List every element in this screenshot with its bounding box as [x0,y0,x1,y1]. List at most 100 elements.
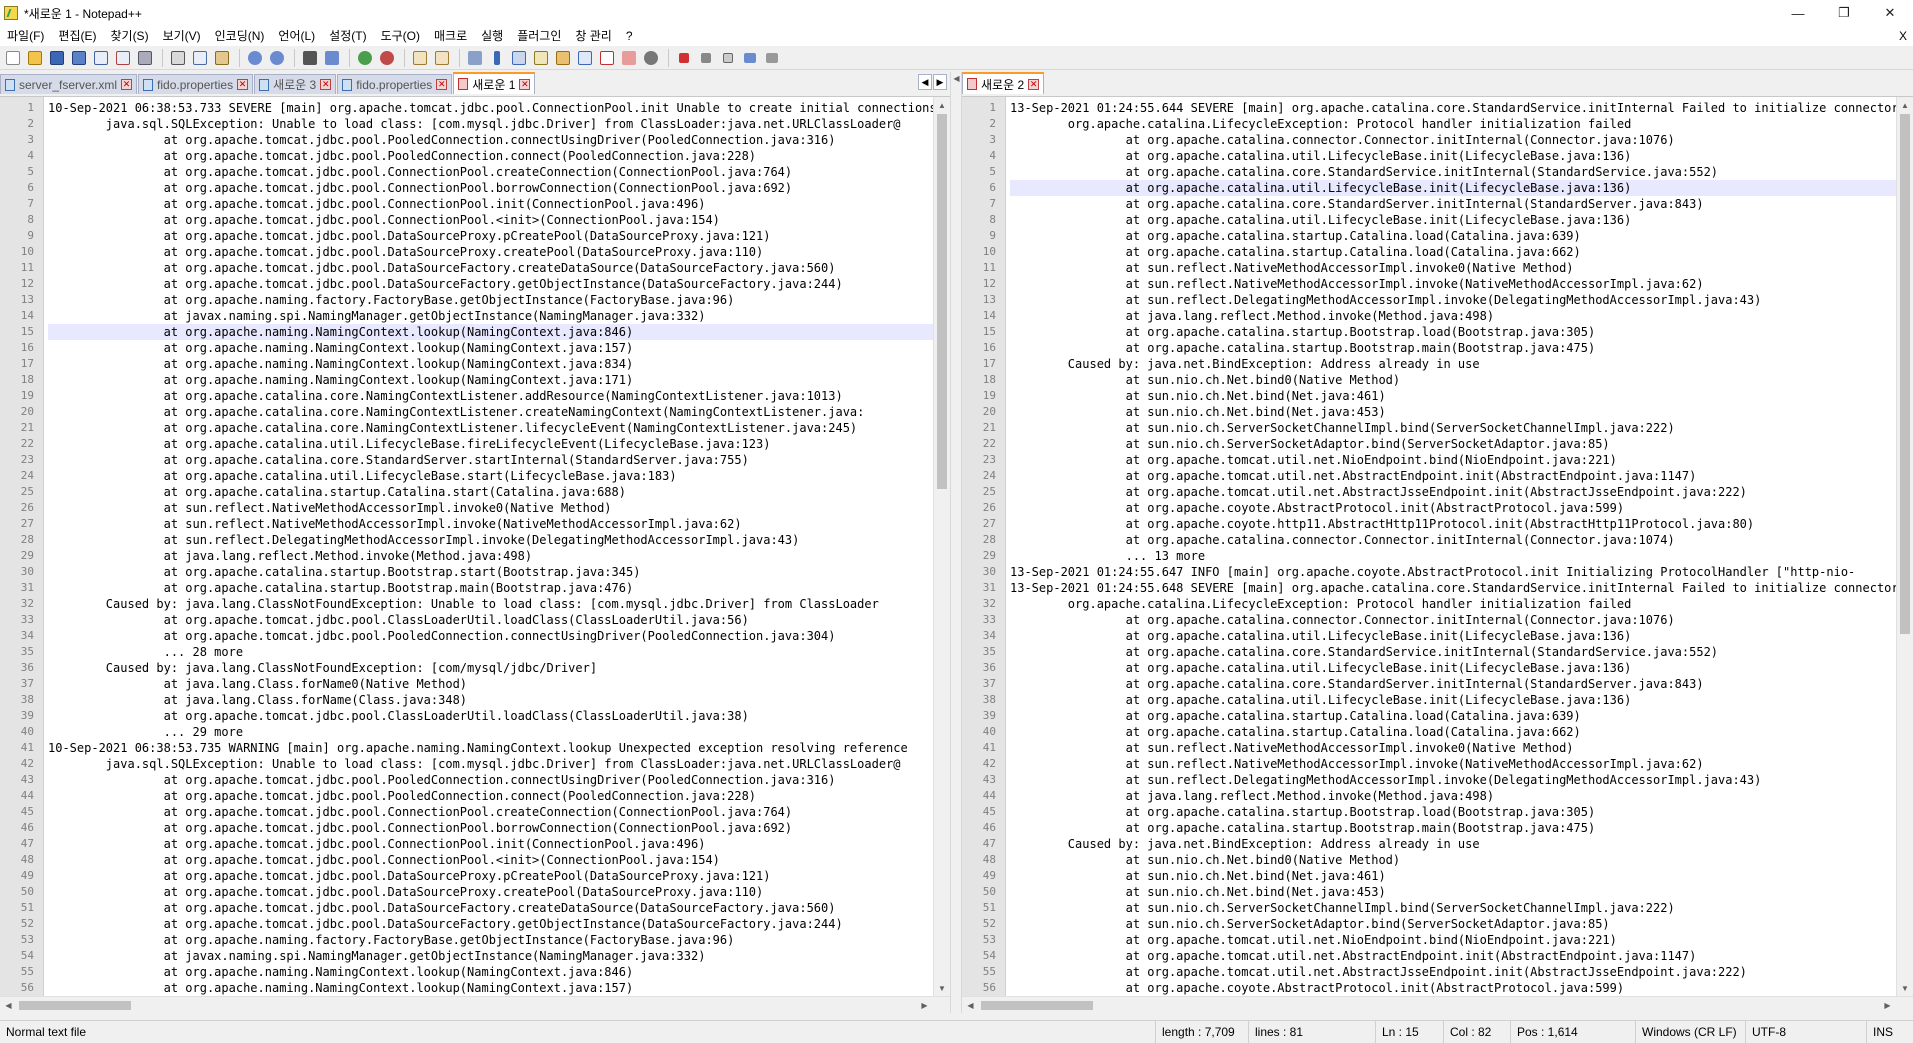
menu-view[interactable]: 보기(V) [156,26,208,46]
code-line-text[interactable]: at org.apache.tomcat.jdbc.pool.Connectio… [48,820,933,836]
code-line-text[interactable]: at java.lang.Class.forName0(Native Metho… [48,676,933,692]
code-line[interactable]: 51 at org.apache.tomcat.jdbc.pool.DataSo… [0,900,933,916]
replace-icon[interactable] [322,48,342,68]
zoom-in-icon[interactable] [355,48,375,68]
code-line-text[interactable]: at org.apache.catalina.startup.Bootstrap… [1010,820,1896,836]
playback-macro-icon[interactable] [718,48,738,68]
code-line-text[interactable]: at java.lang.reflect.Method.invoke(Metho… [48,548,933,564]
code-line[interactable]: 16 at org.apache.catalina.startup.Bootst… [962,340,1896,356]
code-line-text[interactable]: at sun.reflect.NativeMethodAccessorImpl.… [1010,260,1896,276]
menu-settings[interactable]: 설정(T) [322,26,373,46]
code-line[interactable]: 5 at org.apache.catalina.core.StandardSe… [962,164,1896,180]
code-line-text[interactable]: at org.apache.tomcat.jdbc.pool.PooledCon… [48,132,933,148]
code-line[interactable]: 3 at org.apache.catalina.connector.Conne… [962,132,1896,148]
sync-horizontal-icon[interactable] [432,48,452,68]
code-line[interactable]: 44 at java.lang.reflect.Method.invoke(Me… [962,788,1896,804]
code-line-text[interactable]: at org.apache.tomcat.jdbc.pool.Connectio… [48,196,933,212]
code-line[interactable]: 29 ... 13 more [962,548,1896,564]
code-line-text[interactable]: at org.apache.catalina.startup.Catalina.… [1010,244,1896,260]
editor-pane-left[interactable]: 1 10-Sep-2021 06:38:53.733 SEVERE [main] … [0,96,950,996]
vertical-scrollbar[interactable]: ▲ ▼ [933,97,950,996]
code-line-text[interactable]: at org.apache.catalina.util.LifecycleBas… [1010,660,1896,676]
code-line-text[interactable]: at org.apache.catalina.startup.Bootstrap… [1010,324,1896,340]
code-line[interactable]: 21 at sun.nio.ch.ServerSocketChannelImpl… [962,420,1896,436]
vertical-scrollbar[interactable]: ▲ ▼ [1896,97,1913,996]
code-line[interactable]: 15 at org.apache.catalina.startup.Bootst… [962,324,1896,340]
tab-close-icon[interactable]: ✕ [320,79,332,90]
code-line-text[interactable]: at sun.reflect.NativeMethodAccessorImpl.… [1010,756,1896,772]
menu-run[interactable]: 실행 [474,26,510,46]
editor-pane-right[interactable]: 1 13-Sep-2021 01:24:55.644 SEVERE [main] … [962,96,1913,996]
print-icon[interactable] [135,48,155,68]
code-line[interactable]: 24 at org.apache.catalina.util.Lifecycle… [0,468,933,484]
menu-file[interactable]: 파일(F) [0,26,51,46]
code-line-text[interactable]: ... 28 more [48,644,933,660]
code-line[interactable]: 41 at sun.reflect.NativeMethodAccessorIm… [962,740,1896,756]
code-line[interactable]: 6 at org.apache.catalina.util.LifecycleB… [962,180,1896,196]
code-line-text[interactable]: at sun.nio.ch.Net.bind(Net.java:461) [1010,868,1896,884]
code-line[interactable]: 26 at org.apache.coyote.AbstractProtocol… [962,500,1896,516]
code-line-text[interactable]: at sun.nio.ch.Net.bind(Net.java:453) [1010,404,1896,420]
scrollbar-thumb[interactable] [981,1001,1093,1010]
code-line[interactable]: 14 at java.lang.reflect.Method.invoke(Me… [962,308,1896,324]
code-line[interactable]: 35 at org.apache.catalina.core.StandardS… [962,644,1896,660]
code-line[interactable]: 8 at org.apache.tomcat.jdbc.pool.Connect… [0,212,933,228]
code-line-text[interactable]: at org.apache.catalina.util.LifecycleBas… [48,468,933,484]
code-line[interactable]: 21 at org.apache.catalina.core.NamingCon… [0,420,933,436]
code-line-text[interactable]: at sun.reflect.NativeMethodAccessorImpl.… [1010,740,1896,756]
code-line-text[interactable]: at org.apache.naming.NamingContext.looku… [48,964,933,980]
code-line-text[interactable]: at org.apache.tomcat.jdbc.pool.Connectio… [48,852,933,868]
tab-server-fserver-xml[interactable]: server_fserver.xml ✕ [0,74,138,94]
code-line-text[interactable]: at org.apache.catalina.core.StandardServ… [1010,196,1896,212]
show-all-characters-icon[interactable] [487,48,507,68]
code-line[interactable]: 23 at org.apache.tomcat.util.net.NioEndp… [962,452,1896,468]
paste-icon[interactable] [212,48,232,68]
tab-close-icon[interactable]: ✕ [1028,78,1040,90]
code-line-text[interactable]: at org.apache.tomcat.jdbc.pool.DataSourc… [48,260,933,276]
code-line[interactable]: 56 at org.apache.coyote.AbstractProtocol… [962,980,1896,996]
tab-new-1[interactable]: 새로운 1 ✕ [453,72,536,94]
code-line[interactable]: 55 at org.apache.tomcat.util.net.Abstrac… [962,964,1896,980]
code-line[interactable]: 46 at org.apache.tomcat.jdbc.pool.Connec… [0,820,933,836]
code-line[interactable]: 27 at sun.reflect.NativeMethodAccessorIm… [0,516,933,532]
code-line-text[interactable]: at org.apache.catalina.startup.Catalina.… [1010,228,1896,244]
code-line[interactable]: 42 at sun.reflect.NativeMethodAccessorIm… [962,756,1896,772]
code-line[interactable]: 48 at org.apache.tomcat.jdbc.pool.Connec… [0,852,933,868]
code-line-text[interactable]: at org.apache.tomcat.util.net.AbstractEn… [1010,948,1896,964]
code-line-text[interactable]: ... 13 more [1010,548,1896,564]
code-line-text[interactable]: at org.apache.tomcat.util.net.NioEndpoin… [1010,452,1896,468]
code-line[interactable]: 12 at sun.reflect.NativeMethodAccessorIm… [962,276,1896,292]
horizontal-scrollbar-left[interactable]: ◀ ▶ [0,996,950,1013]
code-line[interactable]: 43 at org.apache.tomcat.jdbc.pool.Pooled… [0,772,933,788]
copy-icon[interactable] [190,48,210,68]
code-line[interactable]: 30 at org.apache.catalina.startup.Bootst… [0,564,933,580]
code-line-text[interactable]: 13-Sep-2021 01:24:55.644 SEVERE [main] o… [1010,100,1896,116]
code-line[interactable]: 16 at org.apache.naming.NamingContext.lo… [0,340,933,356]
code-line[interactable]: 15 at org.apache.naming.NamingContext.lo… [0,324,933,340]
tab-close-icon[interactable]: ✕ [237,79,249,90]
code-line[interactable]: 52 at sun.nio.ch.ServerSocketAdaptor.bin… [962,916,1896,932]
code-line-text[interactable]: Caused by: java.lang.ClassNotFoundExcept… [48,660,933,676]
close-all-icon[interactable] [113,48,133,68]
code-line-text[interactable]: at org.apache.naming.factory.FactoryBase… [48,292,933,308]
code-line-text[interactable]: at org.apache.catalina.startup.Catalina.… [48,484,933,500]
code-line[interactable]: 51 at sun.nio.ch.ServerSocketChannelImpl… [962,900,1896,916]
code-line-text[interactable]: java.sql.SQLException: Unable to load cl… [48,116,933,132]
code-line[interactable]: 1 10-Sep-2021 06:38:53.733 SEVERE [main] … [0,100,933,116]
code-line-text[interactable]: at org.apache.catalina.startup.Catalina.… [1010,724,1896,740]
code-line-text[interactable]: at org.apache.catalina.core.StandardServ… [1010,676,1896,692]
code-line[interactable]: 33 at org.apache.tomcat.jdbc.pool.ClassL… [0,612,933,628]
code-line[interactable]: 22 at sun.nio.ch.ServerSocketAdaptor.bin… [962,436,1896,452]
code-line-text[interactable]: at org.apache.tomcat.util.net.NioEndpoin… [1010,932,1896,948]
code-line[interactable]: 24 at org.apache.tomcat.util.net.Abstrac… [962,468,1896,484]
code-line-text[interactable]: at org.apache.catalina.util.LifecycleBas… [1010,180,1896,196]
code-line-text[interactable]: at java.lang.Class.forName(Class.java:34… [48,692,933,708]
code-line[interactable]: 11 at org.apache.tomcat.jdbc.pool.DataSo… [0,260,933,276]
code-line-text[interactable]: at org.apache.catalina.startup.Bootstrap… [48,564,933,580]
save-macro-icon[interactable] [762,48,782,68]
scroll-up-icon[interactable]: ▲ [934,97,950,114]
code-line-text[interactable]: 10-Sep-2021 06:38:53.735 WARNING [main] … [48,740,933,756]
scrollbar-thumb[interactable] [19,1001,131,1010]
code-line[interactable]: 30 13-Sep-2021 01:24:55.647 INFO [main] o… [962,564,1896,580]
code-line[interactable]: 31 at org.apache.catalina.startup.Bootst… [0,580,933,596]
